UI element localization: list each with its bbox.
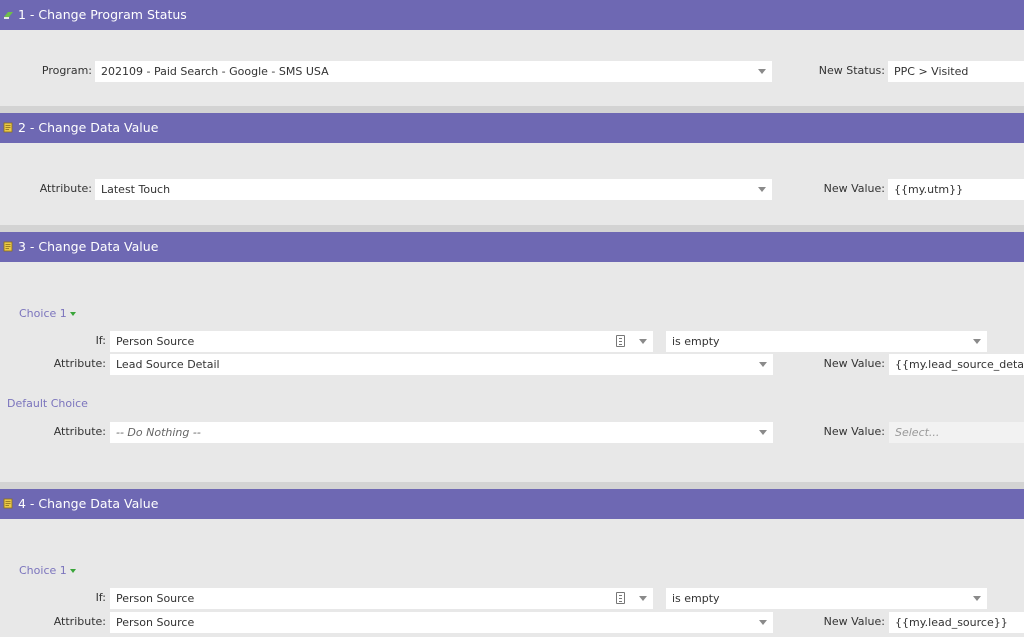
default-attribute-select[interactable]: -- Do Nothing -- xyxy=(110,422,773,443)
new-value-label: New Value: xyxy=(823,182,885,195)
if-operator-select[interactable]: is empty xyxy=(666,588,987,609)
step-3-body: Choice 1 If: Person Source is empty Attr… xyxy=(0,262,1024,482)
attribute-select-value: Lead Source Detail xyxy=(116,358,220,371)
triangle-down-icon xyxy=(69,312,76,316)
step-3-header[interactable]: 3 - Change Data Value xyxy=(0,232,1024,262)
new-status-label: New Status: xyxy=(818,64,885,77)
new-value-text: {{my.utm}} xyxy=(894,183,964,196)
chevron-down-icon xyxy=(639,339,647,344)
default-attribute-value: -- Do Nothing -- xyxy=(116,426,201,439)
attribute-select-value: Person Source xyxy=(116,616,195,629)
attribute-select-value: Latest Touch xyxy=(101,183,171,196)
step-2-title: 2 - Change Data Value xyxy=(18,120,159,135)
step-3-title: 3 - Change Data Value xyxy=(18,239,159,254)
default-choice-toggle[interactable]: Default Choice xyxy=(7,397,88,411)
new-value-input[interactable]: {{my.lead_source}} xyxy=(889,612,1024,633)
default-attribute-label: Attribute: xyxy=(53,425,106,438)
if-field-value: Person Source xyxy=(116,335,195,348)
step-3-footer xyxy=(0,482,1024,489)
attribute-select[interactable]: Person Source xyxy=(110,612,773,633)
program-select-value: 202109 - Paid Search - Google - SMS USA xyxy=(101,65,329,78)
chevron-down-icon xyxy=(759,362,767,367)
new-value-input[interactable]: {{my.utm}} xyxy=(888,179,1024,200)
new-status-value: PPC > Visited xyxy=(894,65,969,78)
if-operator-value: is empty xyxy=(672,335,720,348)
default-choice-label: Default Choice xyxy=(7,397,88,410)
if-operator-value: is empty xyxy=(672,592,720,605)
step-2-header[interactable]: 2 - Change Data Value xyxy=(0,113,1024,143)
step-2-body: Attribute: Latest Touch New Value: {{my.… xyxy=(0,143,1024,225)
choice-1-toggle[interactable]: Choice 1 xyxy=(19,307,76,321)
chevron-down-icon xyxy=(973,596,981,601)
field-picker-icon[interactable] xyxy=(616,592,625,604)
new-value-text: {{my.lead_source}} xyxy=(895,616,1008,629)
chevron-down-icon xyxy=(973,339,981,344)
default-new-value-label: New Value: xyxy=(823,425,885,438)
default-new-value-placeholder: Select... xyxy=(895,426,940,439)
chevron-down-icon xyxy=(759,430,767,435)
new-value-label: New Value: xyxy=(823,615,885,628)
if-label: If: xyxy=(95,591,106,604)
chevron-down-icon xyxy=(758,69,766,74)
choice-1-label: Choice 1 xyxy=(19,564,67,577)
step-1-header[interactable]: 1 - Change Program Status xyxy=(0,0,1024,30)
data-value-icon xyxy=(3,241,13,252)
new-status-select[interactable]: PPC > Visited xyxy=(888,61,1024,82)
choice-1-label: Choice 1 xyxy=(19,307,67,320)
new-value-label: New Value: xyxy=(823,357,885,370)
data-value-icon xyxy=(3,122,13,133)
step-4-header[interactable]: 4 - Change Data Value xyxy=(0,489,1024,519)
program-select[interactable]: 202109 - Paid Search - Google - SMS USA xyxy=(95,61,772,82)
triangle-down-icon xyxy=(69,569,76,573)
if-field-select[interactable]: Person Source xyxy=(110,331,653,352)
program-status-icon xyxy=(4,12,13,19)
new-value-text: {{my.lead_source_detail}} xyxy=(895,358,1024,371)
attribute-label: Attribute: xyxy=(53,357,106,370)
step-2-footer xyxy=(0,225,1024,232)
if-field-select[interactable]: Person Source xyxy=(110,588,653,609)
default-new-value-select[interactable]: Select... xyxy=(889,422,1024,443)
step-1-body: Program: 202109 - Paid Search - Google -… xyxy=(0,30,1024,106)
attribute-select[interactable]: Lead Source Detail xyxy=(110,354,773,375)
if-label: If: xyxy=(95,334,106,347)
step-4-body: Choice 1 If: Person Source is empty Attr… xyxy=(0,519,1024,637)
attribute-label: Attribute: xyxy=(39,182,92,195)
step-4-title: 4 - Change Data Value xyxy=(18,496,159,511)
step-1-title: 1 - Change Program Status xyxy=(18,7,187,22)
chevron-down-icon xyxy=(759,620,767,625)
program-label: Program: xyxy=(41,64,92,77)
if-operator-select[interactable]: is empty xyxy=(666,331,987,352)
choice-1-toggle[interactable]: Choice 1 xyxy=(19,564,76,578)
step-1-footer xyxy=(0,106,1024,113)
chevron-down-icon xyxy=(758,187,766,192)
data-value-icon xyxy=(3,498,13,509)
field-picker-icon[interactable] xyxy=(616,335,625,347)
new-value-input[interactable]: {{my.lead_source_detail}} xyxy=(889,354,1024,375)
if-field-value: Person Source xyxy=(116,592,195,605)
attribute-select[interactable]: Latest Touch xyxy=(95,179,772,200)
attribute-label: Attribute: xyxy=(53,615,106,628)
chevron-down-icon xyxy=(639,596,647,601)
